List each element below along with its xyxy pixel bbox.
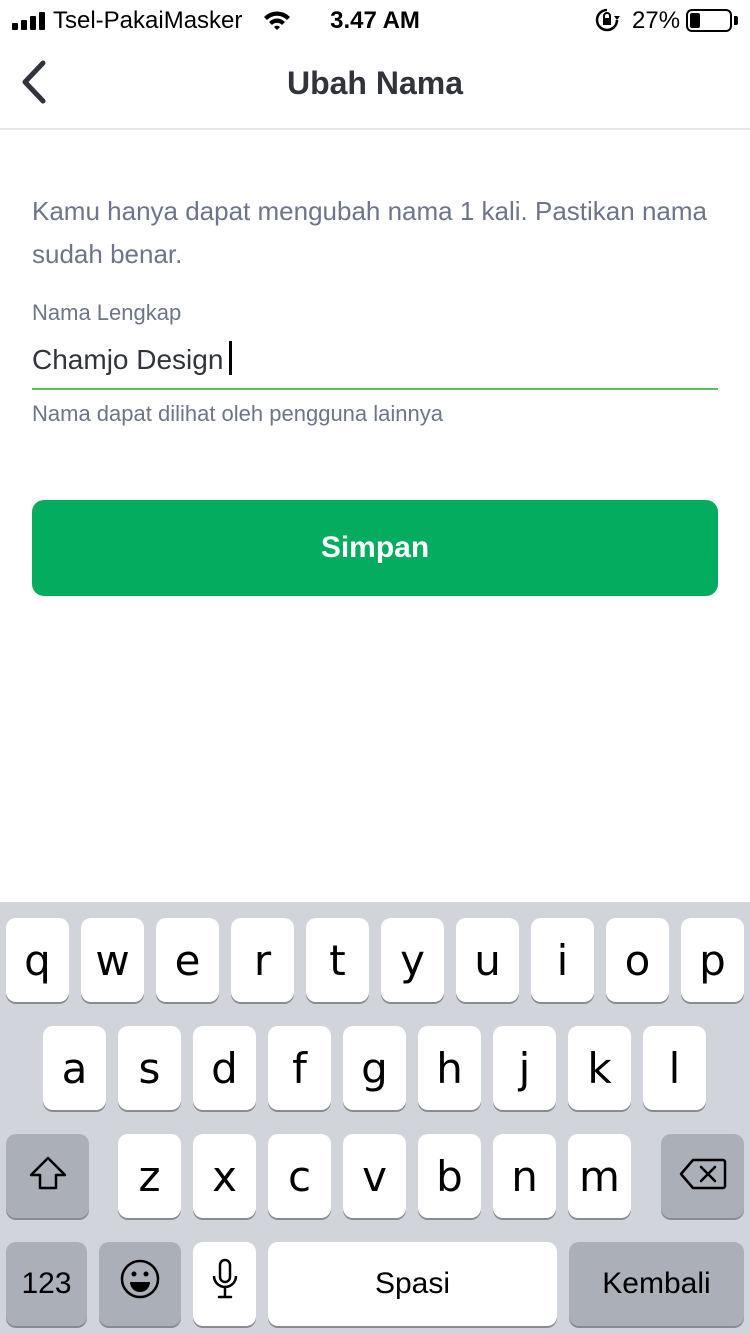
key-u[interactable]: u [456,918,519,1002]
key-j[interactable]: j [493,1026,556,1110]
page-title: Ubah Nama [286,65,464,101]
emoji-icon [119,1258,161,1310]
key-n[interactable]: n [493,1134,556,1218]
battery-icon [686,9,732,32]
key-x[interactable]: x [193,1134,256,1218]
full-name-label: Nama Lengkap [32,300,182,325]
key-v[interactable]: v [343,1134,406,1218]
key-e[interactable]: e [156,918,219,1002]
key-m[interactable]: m [568,1134,631,1218]
full-name-input[interactable] [32,330,718,390]
key-h[interactable]: h [418,1026,481,1110]
emoji-key[interactable] [99,1242,181,1326]
key-i[interactable]: i [531,918,594,1002]
key-t[interactable]: t [306,918,369,1002]
microphone-key[interactable] [193,1242,256,1326]
key-k[interactable]: k [568,1026,631,1110]
key-p[interactable]: p [681,918,744,1002]
key-s[interactable]: s [118,1026,181,1110]
delete-key[interactable] [661,1134,744,1218]
key-w[interactable]: w [81,918,144,1002]
helper-text: Nama dapat dilihat oleh pengguna lainnya [32,401,443,426]
battery-tip [734,16,738,25]
key-y[interactable]: y [381,918,444,1002]
key-z[interactable]: z [118,1134,181,1218]
key-l[interactable]: l [643,1026,706,1110]
space-key[interactable]: Spasi [268,1242,557,1326]
key-o[interactable]: o [606,918,669,1002]
battery-level-fill [690,13,700,28]
key-d[interactable]: d [193,1026,256,1110]
key-b[interactable]: b [418,1134,481,1218]
numbers-key[interactable]: 123 [6,1242,87,1326]
keyboard: q w e r t y u i o p a s d f g h j k l z … [0,902,750,1334]
save-button[interactable]: Simpan [32,500,718,596]
key-g[interactable]: g [343,1026,406,1110]
key-r[interactable]: r [231,918,294,1002]
battery-percent: 27% [632,7,681,34]
return-key[interactable]: Kembali [569,1242,744,1326]
key-a[interactable]: a [43,1026,106,1110]
shift-icon [28,1152,68,1201]
microphone-icon [211,1258,239,1310]
key-c[interactable]: c [268,1134,331,1218]
key-f[interactable]: f [268,1026,331,1110]
status-bar: Tsel-PakaiMasker 3.47 AM 27% [0,0,750,40]
key-q[interactable]: q [6,918,69,1002]
shift-key[interactable] [6,1134,89,1218]
backspace-icon [679,1152,727,1201]
info-text: Kamu hanya dapat mengubah nama 1 kali. P… [32,196,707,269]
rotation-lock-icon [594,7,620,40]
nav-bar: Ubah Nama [0,40,750,130]
